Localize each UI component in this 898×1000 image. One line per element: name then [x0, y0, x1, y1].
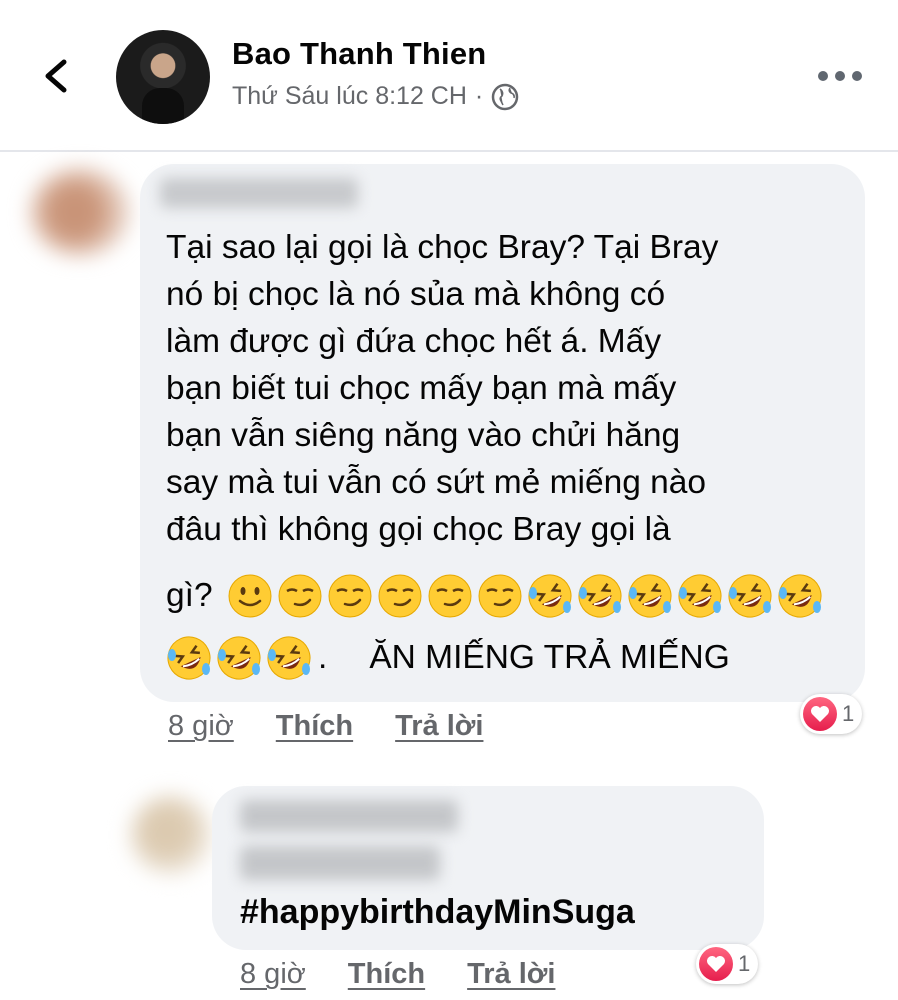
commenter-avatar-blurred[interactable]: [130, 795, 212, 875]
rolling-on-floor-laughing-icon: [778, 574, 822, 618]
commenter-avatar-blurred[interactable]: [30, 168, 130, 256]
rolling-on-floor-laughing-icon: [628, 574, 672, 618]
rolling-on-floor-laughing-icon: [578, 574, 622, 618]
heart-icon: [699, 947, 733, 981]
comment-text-blurred: [240, 846, 440, 880]
reply-button[interactable]: Trả lời: [467, 958, 555, 991]
comment-line: bạn vẫn siêng năng vào chửi hăng: [166, 417, 681, 454]
comment-time[interactable]: 8 giờ: [240, 958, 306, 991]
comment-line: Tại sao lại gọi là chọc Bray? Tại Bray: [166, 229, 719, 266]
comment-line: làm được gì đứa chọc hết á. Mấy: [166, 323, 662, 360]
smirking-face-icon: [478, 574, 522, 618]
post-meta: Thứ Sáu lúc 8:12 CH ·: [232, 82, 519, 111]
rolling-on-floor-laughing-icon: [528, 574, 572, 618]
smirking-face-icon: [278, 574, 322, 618]
comment-line-dot: .: [318, 639, 328, 676]
post-timestamp[interactable]: Thứ Sáu lúc 8:12 CH: [232, 82, 467, 111]
smirking-face-icon: [428, 574, 472, 618]
author-avatar[interactable]: [116, 30, 210, 124]
comment-line: đâu thì không gọi chọc Bray gọi là: [166, 511, 671, 548]
comment-shout-text: ĂN MIẾNG TRẢ MIẾNG: [369, 639, 730, 676]
reaction-count: 1: [842, 701, 855, 726]
rolling-on-floor-laughing-icon: [728, 574, 772, 618]
reaction-badge[interactable]: 1: [800, 694, 863, 734]
emoji-line-2: . ĂN MIẾNG TRẢ MIẾNG: [166, 635, 730, 681]
heart-icon: [803, 697, 837, 731]
comment-actions: 8 giờ Thích Trả lời: [240, 958, 555, 991]
comment-line: nó bị chọc là nó sủa mà không có: [166, 276, 666, 313]
comment-text: Tại sao lại gọi là chọc Bray? Tại Bray n…: [166, 224, 718, 553]
rolling-on-floor-laughing-icon: [167, 636, 211, 680]
comment-line: bạn biết tui chọc mấy bạn mà mấy: [166, 370, 677, 407]
post-header: Bao Thanh Thien Thứ Sáu lúc 8:12 CH ·: [0, 0, 898, 152]
rolling-on-floor-laughing-icon: [678, 574, 722, 618]
emoji-line-1: gì?: [166, 573, 823, 619]
rolling-on-floor-laughing-icon: [267, 636, 311, 680]
reaction-badge[interactable]: 1: [696, 944, 759, 984]
back-chevron-icon[interactable]: [36, 54, 80, 98]
smirking-face-icon: [378, 574, 422, 618]
commenter-name-blurred[interactable]: [240, 800, 458, 832]
comment-line-prefix: gì?: [166, 577, 213, 614]
slightly-smiling-face-icon: [228, 574, 272, 618]
rolling-on-floor-laughing-icon: [217, 636, 261, 680]
author-name[interactable]: Bao Thanh Thien: [232, 36, 486, 72]
reply-button[interactable]: Trả lời: [395, 710, 483, 743]
hashtag-link[interactable]: #happybirthdayMinSuga: [240, 893, 635, 932]
like-button[interactable]: Thích: [348, 958, 425, 991]
comment-actions: 8 giờ Thích Trả lời: [168, 710, 483, 743]
commenter-name-blurred[interactable]: [160, 178, 358, 208]
comment-line: say mà tui vẫn có sứt mẻ miếng nào: [166, 464, 707, 501]
globe-icon: [491, 83, 519, 110]
smirking-face-icon: [328, 574, 372, 618]
more-dots-icon[interactable]: [818, 62, 862, 90]
reaction-count: 1: [738, 951, 751, 976]
comment-time[interactable]: 8 giờ: [168, 710, 234, 743]
meta-separator: ·: [474, 82, 484, 110]
like-button[interactable]: Thích: [276, 710, 353, 743]
